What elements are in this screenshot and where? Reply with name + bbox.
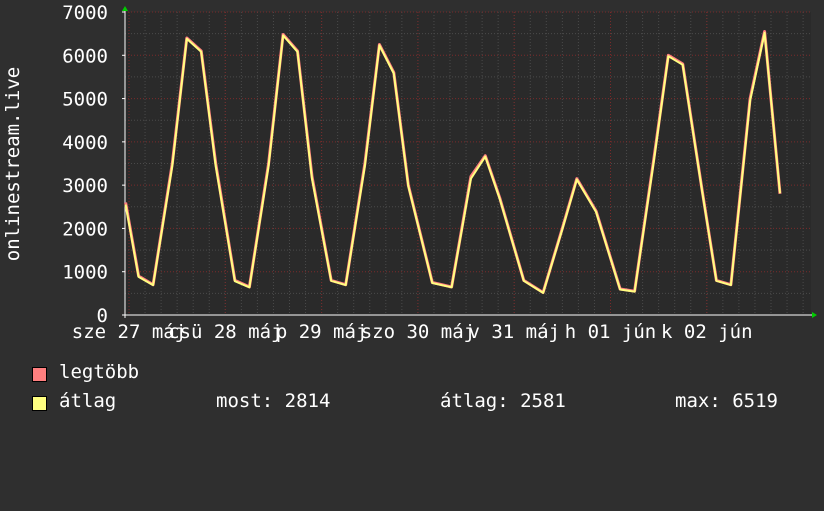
- y-tick-label: 5000: [62, 89, 108, 111]
- y-tick-label: 4000: [62, 132, 108, 154]
- legend-label-avg: átlag: [59, 390, 117, 412]
- x-tick-label: p 29 máj: [276, 321, 368, 343]
- x-tick-label: h 01 jún: [565, 321, 657, 343]
- x-tick-label: szo 30 máj: [361, 321, 475, 343]
- legend-item-avg: átlag most: 2814 átlag: 2581 max: 6519: [32, 392, 778, 510]
- stat-current: most: 2814: [216, 390, 331, 412]
- legend-label-max: legtöbb: [59, 361, 140, 383]
- stat-average: átlag: 2581: [440, 390, 566, 412]
- x-tick-label: csü 28 máj: [168, 321, 282, 343]
- y-tick-label: 7000: [62, 2, 108, 24]
- y-tick-label: 2000: [62, 218, 108, 240]
- y-axis-label: onlinestream.live: [2, 67, 24, 261]
- y-tick-label: 3000: [62, 175, 108, 197]
- y-tick-label: 6000: [62, 45, 108, 67]
- stat-maximum: max: 6519: [675, 390, 778, 412]
- x-tick-label: k 02 jún: [661, 321, 753, 343]
- legend-swatch-avg: [32, 396, 47, 411]
- y-axis-arrow: [122, 6, 128, 11]
- x-tick-label: v 31 máj: [468, 321, 560, 343]
- x-axis-arrow: [812, 312, 817, 318]
- legend-swatch-max: [32, 367, 47, 382]
- y-tick-label: 1000: [62, 262, 108, 284]
- y-tick-labels: 01000200030004000500060007000: [62, 2, 108, 327]
- x-tick-labels: sze 27 májcsü 28 májp 29 májszo 30 májv …: [72, 321, 753, 343]
